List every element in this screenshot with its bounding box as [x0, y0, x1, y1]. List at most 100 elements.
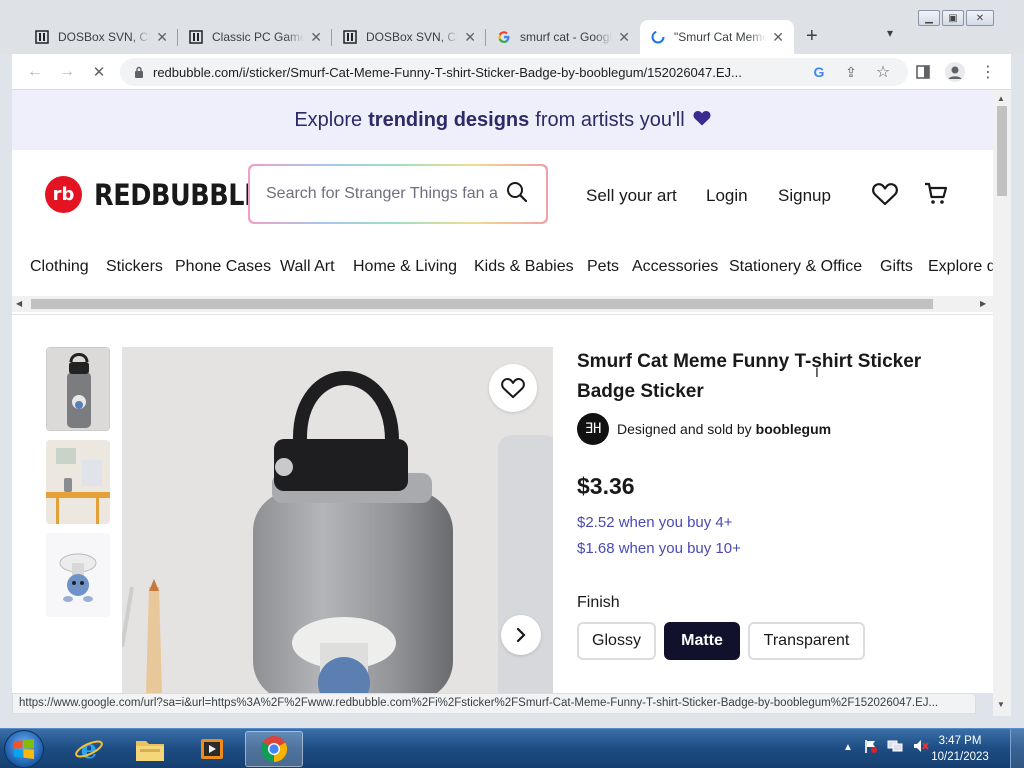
address-bar[interactable]: redbubble.com/i/sticker/Smurf-Cat-Meme-F… [120, 58, 908, 86]
seller-avatar[interactable]: ƎH [577, 413, 609, 445]
close-tab-icon[interactable]: ✕ [772, 29, 784, 46]
scroll-down-arrow-icon[interactable]: ▼ [997, 700, 1005, 709]
share-icon[interactable]: ⇪ [840, 61, 862, 83]
show-hidden-icons-icon[interactable]: ▲ [843, 742, 853, 753]
network-icon[interactable] [887, 739, 903, 756]
nav-stationery-office[interactable]: Stationery & Office [729, 258, 862, 276]
nav-gifts[interactable]: Gifts [880, 258, 913, 276]
browser-tab-strip: DOSBox SVN, CPU ✕ Classic PC Games ✕ DOS… [0, 0, 1024, 54]
nav-stickers[interactable]: Stickers [106, 258, 163, 276]
tab-google-search[interactable]: smurf cat - Google ✕ [486, 20, 640, 54]
site-icon [342, 29, 358, 45]
close-tab-icon[interactable]: ✕ [156, 29, 168, 46]
next-image-button[interactable] [501, 615, 541, 655]
nav-clothing[interactable]: Clothing [30, 258, 89, 276]
taskbar-file-explorer[interactable] [121, 731, 179, 767]
logo-wordmark: REDBUBBLE [94, 177, 262, 212]
nav-explore-designs[interactable]: Explore designs [928, 258, 993, 276]
search-icon[interactable] [506, 181, 528, 208]
windows-taskbar: e ▲ 3:47 PM 10/21/2023 [0, 728, 1024, 768]
show-desktop-button[interactable] [1010, 729, 1024, 768]
scroll-up-arrow-icon[interactable]: ▲ [997, 94, 1005, 103]
bookmark-star-icon[interactable]: ☆ [872, 61, 894, 83]
volume-muted-icon[interactable] [913, 739, 929, 756]
scrollbar-thumb[interactable] [31, 299, 933, 309]
product-thumbnails [46, 347, 110, 626]
tab-search-chevron-icon[interactable]: ▾ [887, 26, 893, 40]
tab-dosbox-2[interactable]: DOSBox SVN, CPU ✕ [332, 20, 486, 54]
seller-name-link[interactable]: booblegum [756, 421, 831, 437]
seller-prefix: Designed and sold by [617, 421, 752, 437]
taskbar-internet-explorer[interactable]: e [60, 731, 118, 767]
start-button[interactable] [4, 730, 44, 768]
bulk-pricing: $2.52 when you buy 4+ $1.68 when you buy… [577, 510, 977, 562]
product-title: Smurf Cat Meme Funny T-shirt Sticker Bad… [577, 351, 922, 402]
close-tab-icon[interactable]: ✕ [618, 29, 630, 46]
add-to-favorites-button[interactable] [489, 364, 537, 412]
nav-kids-babies[interactable]: Kids & Babies [474, 258, 574, 276]
search-input[interactable]: Search for Stranger Things fan art [266, 185, 498, 203]
cart-icon[interactable] [924, 182, 948, 211]
login-link[interactable]: Login [706, 186, 748, 206]
vertical-scrollbar-thumb[interactable] [997, 106, 1007, 196]
clock-time: 3:47 PM [938, 735, 982, 747]
sell-your-art-link[interactable]: Sell your art [586, 186, 677, 206]
tab-classic-pc-games[interactable]: Classic PC Games ✕ [178, 20, 332, 54]
favorites-heart-icon[interactable] [872, 182, 898, 211]
tab-redbubble-active[interactable]: "Smurf Cat Meme ✕ [640, 20, 794, 54]
finish-glossy-button[interactable]: Glossy [577, 622, 656, 660]
product-main-image[interactable] [122, 347, 553, 693]
site-icon [34, 29, 50, 45]
nav-phone-cases[interactable]: Phone Cases [175, 258, 271, 276]
divider [12, 314, 993, 315]
back-icon[interactable]: ← [24, 61, 46, 83]
menu-kebab-icon[interactable]: ⋮ [977, 61, 999, 83]
promo-prefix: Explore [294, 108, 363, 131]
bulk-price-10: $1.68 when you buy 10+ [577, 540, 741, 557]
taskbar-chrome[interactable] [245, 731, 303, 767]
thumbnail-bottle[interactable] [46, 347, 110, 431]
side-panel-icon[interactable] [912, 61, 934, 83]
bulk-price-4: $2.52 when you buy 4+ [577, 514, 733, 531]
nav-pets[interactable]: Pets [587, 258, 619, 276]
thumbnail-sticker[interactable] [46, 533, 110, 617]
nav-accessories[interactable]: Accessories [632, 258, 718, 276]
forward-icon[interactable]: → [56, 61, 78, 83]
scroll-right-arrow-icon[interactable]: ▶ [980, 299, 986, 308]
heart-outline-icon [501, 378, 525, 399]
close-tab-icon[interactable]: ✕ [464, 29, 476, 46]
site-icon [188, 29, 204, 45]
svg-text:e: e [81, 735, 98, 764]
lock-icon [135, 66, 143, 78]
new-tab-icon[interactable]: + [806, 25, 818, 48]
close-tab-icon[interactable]: ✕ [310, 29, 322, 46]
stop-loading-icon[interactable]: ✕ [88, 61, 110, 83]
link-status-bar: https://www.google.com/url?sa=i&url=http… [12, 693, 976, 714]
taskbar-clock[interactable]: 3:47 PM 10/21/2023 [930, 733, 990, 765]
taskbar-media-player[interactable] [183, 731, 241, 767]
nav-horizontal-scrollbar[interactable]: ◀ ▶ [12, 296, 993, 312]
tab-title: DOSBox SVN, CPU [58, 30, 150, 44]
page-vertical-scrollbar[interactable]: ▲ ▼ [993, 90, 1011, 716]
signup-link[interactable]: Signup [778, 186, 831, 206]
thumbnail-desk[interactable] [46, 440, 110, 524]
nav-wall-art[interactable]: Wall Art [280, 258, 335, 276]
minimize-icon[interactable]: ▁ [918, 10, 940, 26]
close-window-icon[interactable]: ✕ [966, 10, 994, 26]
scroll-left-arrow-icon[interactable]: ◀ [16, 299, 22, 308]
tab-dosbox-1[interactable]: DOSBox SVN, CPU ✕ [24, 20, 178, 54]
product-details: Smurf Cat Meme Funny T-shirt Sticker Bad… [577, 347, 977, 660]
system-tray: ▲ [843, 739, 939, 756]
nav-home-living[interactable]: Home & Living [353, 258, 457, 276]
finish-matte-button[interactable]: Matte [664, 622, 740, 660]
search-box: Search for Stranger Things fan art [248, 164, 548, 224]
promo-banner[interactable]: Explore trending designs from artists yo… [12, 90, 993, 150]
finish-transparent-button[interactable]: Transparent [748, 622, 865, 660]
google-icon [496, 29, 512, 45]
chevron-right-icon [516, 628, 526, 642]
action-center-flag-icon[interactable] [863, 739, 877, 756]
google-lens-icon[interactable]: G [808, 61, 830, 83]
media-player-icon [201, 739, 223, 759]
profile-avatar-icon[interactable] [944, 61, 966, 83]
maximize-icon[interactable]: ▣ [942, 10, 964, 26]
